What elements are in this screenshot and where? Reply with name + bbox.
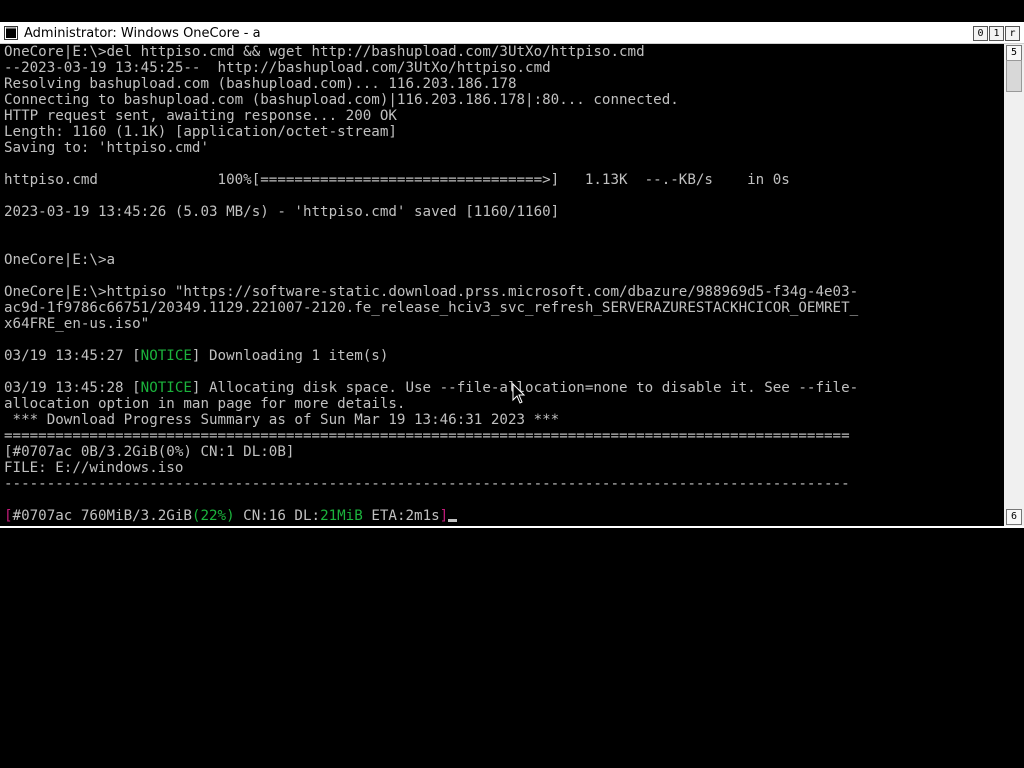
progress-percent: (22%) [191,508,235,524]
progress-download-speed: 21MiB [320,508,363,524]
console-app-icon[interactable] [4,26,18,40]
console-line: httpiso.cmd 100%[=======================… [4,172,790,188]
mouse-pointer-icon [512,383,526,404]
console-line: OneCore|E:\>del httpiso.cmd && wget http… [4,44,645,60]
scroll-up-button[interactable]: 5 [1006,45,1022,61]
console-line: ========================================… [4,428,850,444]
caption-buttons: 0 1 r [972,26,1020,41]
console-line: Saving to: 'httpiso.cmd' [4,140,209,156]
console-line: HTTP request sent, awaiting response... … [4,108,397,124]
minimize-button[interactable]: 0 [973,26,988,41]
console-lines: OneCore|E:\>del httpiso.cmd && wget http… [4,44,1004,524]
console-line: Resolving bashupload.com (bashupload.com… [4,76,517,92]
notice-tag: NOTICE [140,348,192,364]
progress-connections: CN:16 DL: [234,508,321,524]
console-line: FILE: E://windows.iso [4,460,184,476]
console-line: *** Download Progress Summary as of Sun … [4,412,560,428]
notice-text: ] Downloading 1 item(s) [191,348,389,364]
console-line: 2023-03-19 13:45:26 (5.03 MB/s) - 'httpi… [4,204,560,220]
vertical-scrollbar[interactable]: 5 6 [1004,44,1024,526]
progress-bracket-open: [ [4,508,13,524]
scroll-down-button[interactable]: 6 [1006,509,1022,525]
text-cursor [448,519,458,522]
notice-prefix: 03/19 13:45:28 [ [4,380,141,396]
scroll-thumb[interactable] [1006,60,1022,92]
notice-line: 03/19 13:45:27 [NOTICE] Downloading 1 it… [4,348,1004,364]
close-button[interactable]: r [1005,26,1020,41]
notice-line: 03/19 13:45:28 [NOTICE] Allocating disk … [4,380,1004,396]
window-title: Administrator: Windows OneCore - a [24,26,261,41]
notice-tag: NOTICE [140,380,192,396]
notice-prefix: 03/19 13:45:27 [ [4,348,141,364]
title-bar[interactable]: Administrator: Windows OneCore - a 0 1 r [0,22,1024,44]
progress-eta: ETA:2m1s [362,508,440,524]
progress-bracket-close: ] [439,508,449,524]
console-window: Administrator: Windows OneCore - a 0 1 r… [0,22,1024,528]
console-line: ac9d-1f9786c66751/20349.1129.221007-2120… [4,300,859,316]
maximize-button[interactable]: 1 [989,26,1004,41]
console-line: x64FRE_en-us.iso" [4,316,150,332]
console-line: OneCore|E:\>a [4,252,116,268]
console-output[interactable]: OneCore|E:\>del httpiso.cmd && wget http… [0,44,1004,526]
console-line: --2023-03-19 13:45:25-- http://bashuploa… [4,60,551,76]
console-line: [#0707ac 0B/3.2GiB(0%) CN:1 DL:0B] [4,444,295,460]
progress-line: [#0707ac 760MiB/3.2GiB(22%) CN:16 DL:21M… [4,508,1004,524]
console-line: ----------------------------------------… [4,476,850,492]
progress-id-size: #0707ac 760MiB/3.2GiB [12,508,192,524]
console-line: Length: 1160 (1.1K) [application/octet-s… [4,124,397,140]
console-line: OneCore|E:\>httpiso "https://software-st… [4,284,859,300]
console-line: Connecting to bashupload.com (bashupload… [4,92,679,108]
console-line: allocation option in man page for more d… [4,396,406,412]
